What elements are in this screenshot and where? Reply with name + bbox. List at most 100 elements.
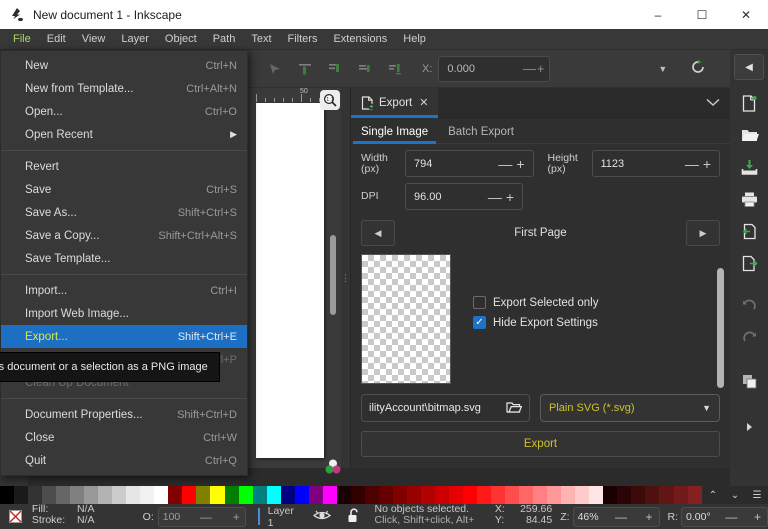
menu-item-document-properties[interactable]: Document Properties... Shift+Ctrl+D <box>1 403 247 426</box>
menu-text[interactable]: Text <box>243 29 279 50</box>
tab-export[interactable]: Export ✕ <box>351 87 439 118</box>
palette-swatch[interactable] <box>238 486 253 504</box>
width-input[interactable]: 794 — + <box>405 150 534 177</box>
menu-extensions[interactable]: Extensions <box>325 29 395 50</box>
palette-swatch[interactable] <box>28 486 43 504</box>
align-left-icon[interactable] <box>352 56 378 82</box>
palette-swatch[interactable] <box>140 486 155 504</box>
palette-swatch[interactable] <box>70 486 85 504</box>
palette-swatch[interactable] <box>533 486 548 504</box>
palette-swatch[interactable] <box>505 486 520 504</box>
reset-rotation-icon[interactable] <box>689 58 707 79</box>
palette-swatch[interactable] <box>126 486 141 504</box>
menu-layer[interactable]: Layer <box>113 29 157 50</box>
palette-menu-icon[interactable]: ☰ <box>746 490 768 501</box>
palette-swatch[interactable] <box>266 486 281 504</box>
palette-swatch[interactable] <box>42 486 57 504</box>
palette-swatch[interactable] <box>434 486 449 504</box>
opacity-plus-button[interactable]: + <box>233 510 241 524</box>
import-icon[interactable] <box>734 216 764 246</box>
rotation-plus-button[interactable]: + <box>754 510 763 524</box>
x-coordinate-input[interactable]: 0.000 — + <box>438 55 551 82</box>
subtab-single-image[interactable]: Single Image <box>351 126 438 144</box>
previous-page-button[interactable]: ◀ <box>361 220 395 246</box>
print-icon[interactable] <box>734 184 764 214</box>
dpi-plus-button[interactable]: + <box>506 189 518 205</box>
zoom-minus-button[interactable]: — <box>615 510 629 524</box>
menu-item-save-as[interactable]: Save As... Shift+Ctrl+S <box>1 201 247 224</box>
next-page-button[interactable]: ▶ <box>686 220 720 246</box>
menu-item-save-a-copy[interactable]: Save a Copy... Shift+Ctrl+Alt+S <box>1 224 247 247</box>
palette-swatch[interactable] <box>210 486 225 504</box>
palette-scroll-down-icon[interactable]: ⌄ <box>724 490 746 501</box>
palette-swatch[interactable] <box>547 486 562 504</box>
menu-item-quit[interactable]: Quit Ctrl+Q <box>1 449 247 472</box>
palette-swatch[interactable] <box>364 486 379 504</box>
commands-bar-collapse-button[interactable]: ◀ <box>734 54 764 80</box>
palette-swatch[interactable] <box>449 486 464 504</box>
height-plus-button[interactable]: + <box>703 156 715 172</box>
palette-swatch[interactable] <box>182 486 197 504</box>
palette-swatch[interactable] <box>168 486 183 504</box>
cursor-arrow-icon[interactable] <box>262 56 288 82</box>
maximize-button[interactable]: ☐ <box>680 0 724 29</box>
hide-export-settings-row[interactable]: ✓ Hide Export Settings <box>473 316 598 329</box>
palette-swatch[interactable] <box>224 486 239 504</box>
palette-swatch[interactable] <box>196 486 211 504</box>
menu-path[interactable]: Path <box>205 29 244 50</box>
palette-swatch[interactable] <box>392 486 407 504</box>
menu-item-import[interactable]: Import... Ctrl+I <box>1 279 247 302</box>
subtab-batch-export[interactable]: Batch Export <box>438 126 524 143</box>
opacity-minus-button[interactable]: — <box>200 510 213 524</box>
no-color-swatch[interactable] <box>0 504 32 529</box>
menu-help[interactable]: Help <box>395 29 434 50</box>
rotation-minus-button[interactable]: — <box>725 510 739 524</box>
palette-swatch[interactable] <box>112 486 127 504</box>
menu-edit[interactable]: Edit <box>39 29 74 50</box>
duplicate-icon[interactable] <box>734 366 764 396</box>
palette-swatch[interactable] <box>406 486 421 504</box>
color-managed-view-icon[interactable] <box>323 457 343 477</box>
palette-swatch[interactable] <box>322 486 337 504</box>
export-filename-input[interactable]: ilityAccount\bitmap.svg <box>361 394 530 422</box>
dpi-minus-button[interactable]: — <box>488 189 506 205</box>
palette-swatch[interactable] <box>56 486 71 504</box>
export-icon[interactable] <box>734 248 764 278</box>
palette-swatch[interactable] <box>154 486 169 504</box>
tab-close-icon[interactable]: ✕ <box>419 96 428 109</box>
align-bottom-icon[interactable] <box>382 56 408 82</box>
align-top-icon[interactable] <box>292 56 318 82</box>
palette-swatch[interactable] <box>308 486 323 504</box>
new-document-icon[interactable] <box>734 88 764 118</box>
opacity-input[interactable]: 100 — + <box>157 506 246 527</box>
palette-swatch[interactable] <box>98 486 113 504</box>
palette-swatch[interactable] <box>519 486 534 504</box>
dock-vertical-scrollbar[interactable] <box>717 268 724 388</box>
palette-swatch[interactable] <box>645 486 660 504</box>
menu-item-open[interactable]: Open... Ctrl+O <box>1 100 247 123</box>
palette-swatch[interactable] <box>659 486 674 504</box>
palette-scroll-up-icon[interactable]: ⌃ <box>702 490 724 501</box>
unlocked-icon[interactable] <box>347 507 361 526</box>
document-page[interactable] <box>256 103 324 458</box>
height-input[interactable]: 1123 — + <box>591 150 720 177</box>
export-selected-only-checkbox[interactable] <box>473 296 486 309</box>
export-selected-only-row[interactable]: Export Selected only <box>473 296 598 309</box>
zoom-plus-button[interactable]: + <box>646 510 655 524</box>
palette-swatch[interactable] <box>294 486 309 504</box>
palette-swatch[interactable] <box>463 486 478 504</box>
palette-swatch[interactable] <box>603 486 618 504</box>
palette-swatch[interactable] <box>336 486 351 504</box>
palette-swatch[interactable] <box>477 486 492 504</box>
width-minus-button[interactable]: — <box>498 156 516 172</box>
x-stepper-plus[interactable]: + <box>537 61 546 76</box>
canvas-vertical-scrollbar[interactable] <box>330 235 336 315</box>
palette-swatch[interactable] <box>561 486 576 504</box>
menu-item-import-web-image[interactable]: Import Web Image... <box>1 302 247 325</box>
export-button[interactable]: Export <box>361 431 720 457</box>
palette-swatch[interactable] <box>420 486 435 504</box>
menu-item-save[interactable]: Save Ctrl+S <box>1 178 247 201</box>
export-format-select[interactable]: Plain SVG (*.svg) ▼ <box>540 394 720 422</box>
open-folder-icon[interactable] <box>506 400 523 417</box>
eye-visible-icon[interactable] <box>312 509 331 525</box>
